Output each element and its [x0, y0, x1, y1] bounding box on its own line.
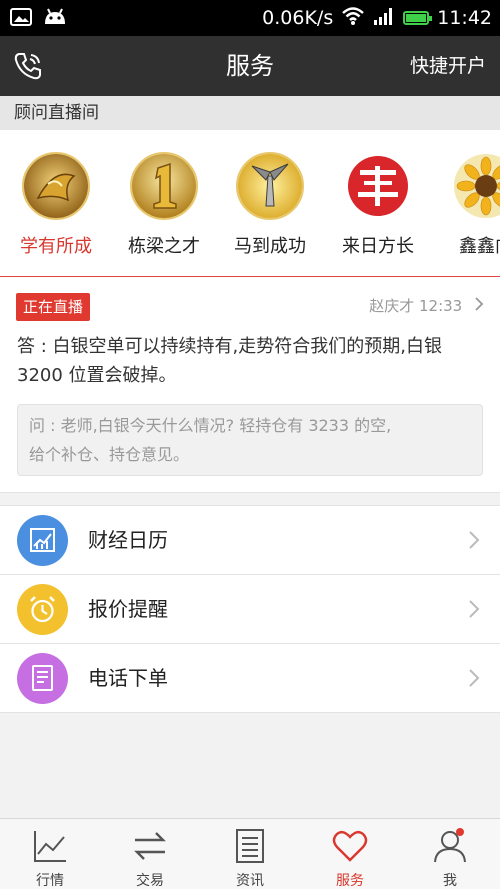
document-order-icon [17, 653, 68, 704]
live-author: 赵庆才 [369, 297, 415, 315]
advisor-item[interactable]: 来日方长 [324, 152, 432, 258]
answer-line: 答 : 白银空单可以持续持有,走势符合我们的预期,白银 [17, 336, 442, 357]
tab-market[interactable]: 行情 [0, 819, 100, 889]
section-title: 顾问直播间 [0, 96, 500, 130]
advisor-avatar [344, 152, 412, 220]
signal-icon [373, 7, 395, 30]
network-speed: 0.06K/s [262, 7, 334, 29]
advisor-name: 栋梁之才 [128, 236, 200, 257]
android-icon [42, 7, 68, 31]
menu-item-label: 财经日历 [88, 528, 168, 552]
calendar-chart-icon [17, 515, 68, 566]
wifi-icon [341, 6, 365, 31]
question-line: 问 : 老师,白银今天什么情况? 轻持仓有 3233 的空, [29, 416, 392, 435]
menu-item-label: 电话下单 [88, 666, 168, 690]
chevron-right-icon [468, 600, 480, 618]
status-bar: 0.06K/s 11:42 [0, 0, 500, 36]
tab-label: 服务 [336, 873, 364, 889]
battery-icon [403, 11, 433, 25]
menu-item-price-alert[interactable]: 报价提醒 [0, 575, 500, 644]
advisor-carousel[interactable]: 学有所成 栋梁之才 马到成功 来日方长 鑫鑫向 [0, 130, 500, 277]
advisor-item[interactable]: 马到成功 [216, 152, 324, 258]
menu-item-label: 报价提醒 [88, 597, 168, 621]
chevron-right-icon [475, 297, 484, 315]
clock-time: 11:42 [437, 7, 492, 29]
user-icon [434, 828, 466, 863]
alarm-clock-icon [17, 584, 68, 635]
exchange-arrows-icon [134, 832, 166, 860]
live-broadcast-card[interactable]: 正在直播 赵庆才 12:33 答 : 白银空单可以持续持有,走势符合我们的预期,… [0, 277, 500, 493]
chevron-right-icon [468, 669, 480, 687]
tab-service[interactable]: 服务 [300, 819, 400, 889]
tab-label: 资讯 [236, 873, 264, 889]
advisor-name: 鑫鑫向 [459, 236, 500, 257]
heart-icon [332, 830, 368, 862]
menu-item-finance-calendar[interactable]: 财经日历 [0, 506, 500, 575]
quick-open-account-button[interactable]: 快捷开户 [410, 36, 486, 96]
chart-line-icon [34, 831, 66, 862]
tab-label: 我 [443, 873, 457, 889]
tab-label: 行情 [36, 873, 64, 889]
advisor-avatar [130, 152, 198, 220]
advisor-name: 马到成功 [234, 236, 306, 257]
bottom-tab-bar: 行情 交易 资讯 服务 我 [0, 818, 500, 889]
app-header: 服务 快捷开户 [0, 36, 500, 96]
advisor-name: 学有所成 [20, 236, 92, 257]
advisor-avatar [452, 152, 500, 220]
advisor-avatar [22, 152, 90, 220]
advisor-item[interactable]: 鑫鑫向 [432, 152, 500, 258]
chevron-right-icon [468, 531, 480, 549]
advisor-item[interactable]: 栋梁之才 [110, 152, 218, 258]
question-line: 给个补仓、持仓意见。 [29, 445, 190, 464]
advisor-name: 来日方长 [342, 236, 414, 257]
menu-item-phone-order[interactable]: 电话下单 [0, 644, 500, 713]
live-question: 问 : 老师,白银今天什么情况? 轻持仓有 3233 的空, 给个补仓、持仓意见… [17, 404, 483, 476]
image-icon [10, 7, 32, 31]
service-menu: 财经日历 报价提醒 电话下单 [0, 505, 500, 713]
live-time: 12:33 [418, 297, 463, 315]
live-answer: 答 : 白银空单可以持续持有,走势符合我们的预期,白银 3200 位置会破掉。 [17, 332, 487, 390]
news-doc-icon [236, 829, 264, 863]
advisor-avatar [236, 152, 304, 220]
tab-news[interactable]: 资讯 [200, 819, 300, 889]
live-badge: 正在直播 [16, 293, 91, 321]
live-meta[interactable]: 赵庆才 12:33 [369, 295, 484, 316]
tab-label: 交易 [136, 873, 164, 889]
tab-trade[interactable]: 交易 [100, 819, 200, 889]
tab-me[interactable]: 我 [400, 819, 500, 889]
answer-line: 3200 位置会破掉。 [17, 365, 177, 386]
advisor-item[interactable]: 学有所成 [2, 152, 110, 258]
